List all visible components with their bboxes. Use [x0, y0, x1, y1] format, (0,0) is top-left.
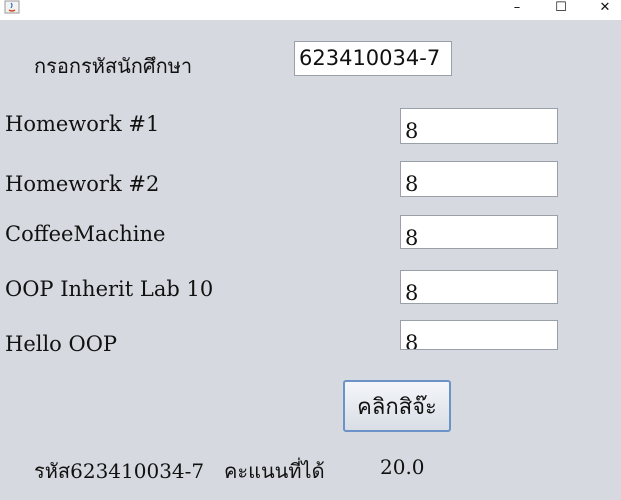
homework-1-label: Homework #1 — [5, 112, 160, 136]
java-app-icon — [4, 0, 20, 14]
close-button[interactable]: ✕ — [585, 0, 621, 15]
result-student-id: รหัส623410034-7 — [34, 459, 205, 483]
result-score-value: 20.0 — [380, 455, 425, 479]
minimize-button[interactable]: – — [497, 0, 537, 15]
student-id-input[interactable]: 623410034-7 — [294, 41, 452, 76]
maximize-button[interactable]: ☐ — [541, 0, 581, 15]
submit-button[interactable]: คลิกสิจ๊ะ — [343, 380, 451, 432]
homework-1-input[interactable]: 8 — [400, 108, 558, 144]
student-id-label: กรอกรหัสนักศึกษา — [34, 54, 193, 78]
hello-oop-input[interactable]: 8 — [400, 320, 558, 350]
result-score-label: คะแนนที่ได้ — [224, 459, 325, 483]
homework-2-label: Homework #2 — [5, 172, 160, 196]
homework-2-input[interactable]: 8 — [400, 161, 558, 197]
oop-inherit-lab-input[interactable]: 8 — [400, 270, 558, 304]
coffee-machine-input[interactable]: 8 — [400, 215, 558, 249]
coffee-machine-label: CoffeeMachine — [5, 222, 166, 246]
hello-oop-label: Hello OOP — [5, 332, 118, 356]
oop-inherit-lab-label: OOP Inherit Lab 10 — [5, 277, 214, 301]
title-bar: – ☐ ✕ — [0, 0, 621, 20]
